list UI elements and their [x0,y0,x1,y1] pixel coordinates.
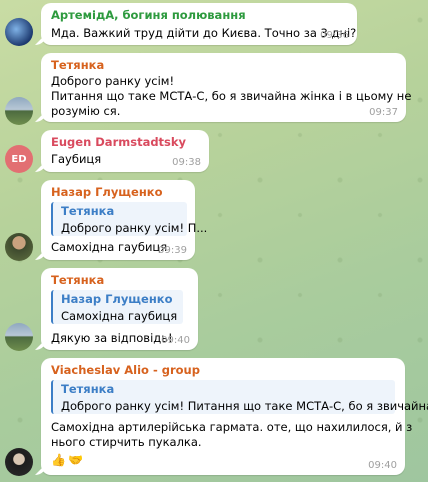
message-text: Дякую за відповідь! [51,331,173,345]
message-time: 09:37 [369,107,398,118]
message-author[interactable]: Назар Глущенко [51,185,162,199]
reply-author: Тетянка [61,382,115,396]
message-text: Гаубиця [51,152,102,166]
message-text-line-1: Самохідна артилерійська гармата. оте, що… [51,420,413,434]
reply-text: Самохідна гаубиця [61,309,178,323]
reply-text: Доброго ранку усім! Питання що таке МСТА… [61,399,428,413]
message-bubble[interactable]: Назар Глущенко Тетянка Доброго ранку усі… [41,180,207,260]
thumbs-up-reaction[interactable]: 👍 [51,453,66,467]
message-time: 09:40 [161,335,190,346]
message-bubble[interactable]: АртемідА, богиня полювання Мда. Важкий т… [41,3,357,45]
reply-quote[interactable]: Тетянка Доброго ранку усім! Питання що т… [51,380,428,414]
planet-avatar[interactable] [5,18,33,46]
landscape-avatar[interactable] [5,323,33,351]
message-time: 09:39 [158,245,187,256]
message-text: Мда. Важкий труд дійти до Києва. Точно з… [51,26,357,40]
message-text-line-1: Доброго ранку усім! [51,74,175,88]
dark-person-avatar[interactable] [5,448,33,476]
message-author[interactable]: АртемідА, богиня полювання [51,8,246,22]
message-author[interactable]: Eugen Darmstadtsky [51,135,186,149]
message-bubble[interactable]: Тетянка Доброго ранку усім! Питання що т… [41,53,411,122]
reply-author: Тетянка [61,204,115,218]
initials-avatar[interactable]: ED [5,145,33,173]
reply-quote[interactable]: Тетянка Доброго ранку усім! П... [51,202,207,236]
message-bubble[interactable]: Eugen Darmstadtsky Гаубиця 09:38 [41,130,209,172]
reactions[interactable]: 👍 🤝 [51,453,83,467]
message-bubble[interactable]: Viacheslav Alio - group Тетянка Доброго … [41,358,428,475]
message-time: 09:38 [172,157,201,168]
message-author[interactable]: Тетянка [51,58,104,72]
landscape-avatar[interactable] [5,97,33,125]
message-author[interactable]: Тетянка [51,273,104,287]
message-time: 09:40 [368,460,397,471]
message-bubble[interactable]: Тетянка Назар Глущенко Самохідна гаубиця… [41,268,198,350]
message-text-line-3: розумію ся. [51,104,121,118]
person-avatar[interactable] [5,233,33,261]
handshake-reaction[interactable]: 🤝 [68,453,83,467]
reply-author: Назар Глущенко [61,292,173,306]
message-text-line-2: нього стирчить пукалка. [51,435,202,449]
message-author[interactable]: Viacheslav Alio - group [51,363,200,377]
message-text: Самохідна гаубиця [51,240,168,254]
message-time: 09:36 [320,30,349,41]
message-text-line-2: Питання що таке МСТА-С, бо я звичайна жі… [51,89,412,103]
reply-quote[interactable]: Назар Глущенко Самохідна гаубиця [51,290,183,324]
avatar-initials: ED [11,153,27,165]
reply-text: Доброго ранку усім! П... [61,221,208,235]
